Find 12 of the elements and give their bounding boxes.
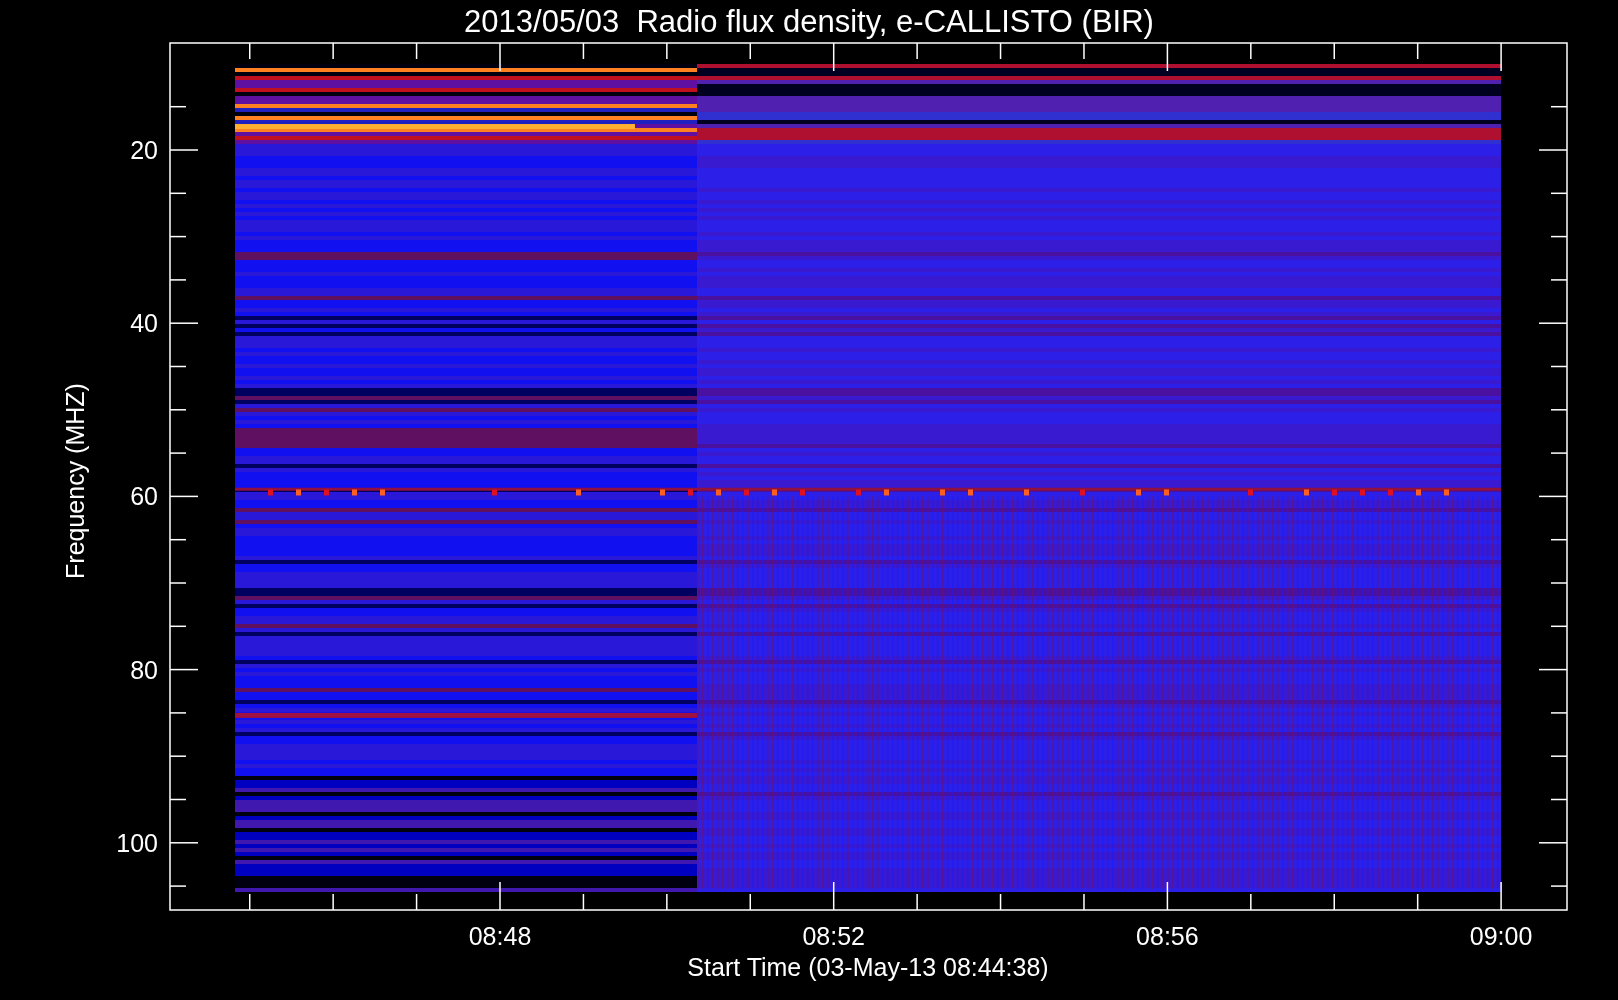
y-tick-label: 60 <box>130 482 158 511</box>
x-tick-label: 09:00 <box>1469 922 1533 950</box>
chart-title: 2013/05/03 Radio flux density, e-CALLISTO (BIR) <box>464 4 1154 39</box>
x-axis-label: Start Time (03-May-13 08:44:38) <box>687 953 1049 981</box>
y-tick-label: 80 <box>130 655 158 684</box>
y-tick-label: 100 <box>116 828 158 857</box>
x-tick-label: 08:56 <box>1136 922 1199 950</box>
x-tick-label: 08:52 <box>802 922 865 950</box>
y-tick-label: 40 <box>130 309 158 338</box>
y-axis-label: Frequency (MHZ) <box>61 383 89 579</box>
x-tick-label: 08:48 <box>468 922 532 950</box>
y-tick-label: 20 <box>130 136 158 164</box>
